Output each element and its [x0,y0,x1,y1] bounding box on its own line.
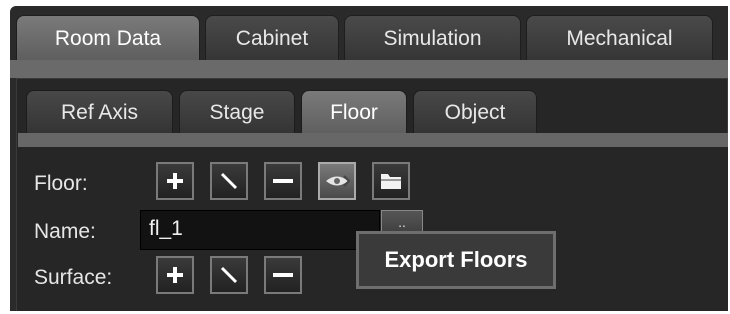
surface-edit-button[interactable] [210,256,248,294]
floor-remove-button[interactable] [264,162,302,200]
name-label: Name: [34,220,96,243]
surface-label: Surface: [34,266,113,289]
tab-stage[interactable]: Stage [179,90,295,134]
tab-floor-label: Floor [330,100,378,124]
tab-floor[interactable]: Floor [301,90,407,134]
floor-label: Floor: [34,172,88,195]
plus-icon [167,267,183,283]
name-field-value: fl_1 [149,217,183,240]
floor-export-button[interactable] [318,162,356,200]
tab-object-label: Object [444,100,506,124]
tooltip-text: Export Floors [384,247,528,272]
tab-simulation[interactable]: Simulation [344,15,521,61]
minus-icon [273,179,293,183]
surface-add-button[interactable] [156,256,194,294]
plus-icon [167,173,183,189]
folder-icon [381,174,401,189]
tab-object[interactable]: Object [413,90,537,134]
name-options-label: .. [398,214,406,230]
surface-remove-button[interactable] [264,256,302,294]
tab-cabinet[interactable]: Cabinet [205,15,339,61]
tab-simulation-label: Simulation [383,26,482,50]
tab-room-data[interactable]: Room Data [16,15,200,61]
sub-tab-bar: Ref Axis Stage Floor Object [26,90,537,134]
floor-folder-button[interactable] [372,162,410,200]
edit-pencil-icon [220,266,238,284]
tab-ref-axis[interactable]: Ref Axis [26,90,173,134]
main-tab-underline [10,60,728,78]
main-tab-bar: Room Data Cabinet Simulation Mechanical [16,15,730,61]
edit-pencil-icon [220,172,238,190]
export-floors-tooltip: Export Floors [356,231,556,289]
tab-mechanical-label: Mechanical [566,26,673,50]
floor-edit-button[interactable] [210,162,248,200]
tab-cabinet-label: Cabinet [235,26,309,50]
tab-stage-label: Stage [209,100,265,124]
tab-ref-axis-label: Ref Axis [60,100,139,124]
minus-icon [273,273,293,277]
tab-mechanical[interactable]: Mechanical [526,15,713,61]
tab-room-data-label: Room Data [54,26,162,50]
export-eye-icon [326,175,350,187]
sub-tab-underline [18,133,728,147]
name-field[interactable]: fl_1 [140,210,380,250]
floor-add-button[interactable] [156,162,194,200]
